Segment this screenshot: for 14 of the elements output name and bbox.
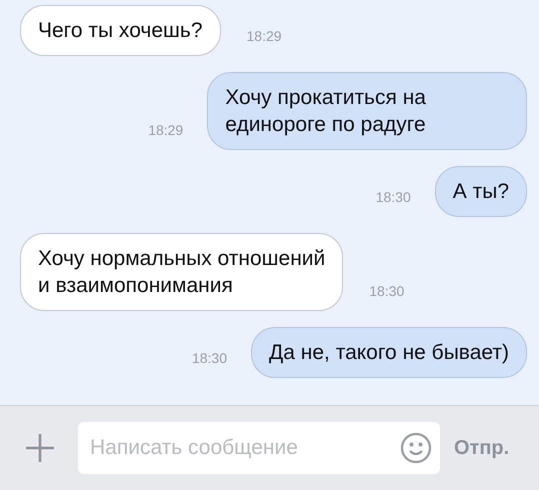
message-bubble: Чего ты хочешь?	[20, 5, 221, 56]
send-button[interactable]: Отпр.	[454, 436, 510, 460]
message-bubble: Хочу прокатиться на единороге по радуге	[207, 72, 527, 150]
message-bubble: А ты?	[434, 166, 527, 217]
message-time: 18:30	[376, 189, 411, 207]
message-time: 18:30	[369, 283, 404, 301]
message-time: 18:29	[148, 122, 184, 140]
message-bubble: Да не, такого не бывает)	[251, 327, 527, 378]
plus-icon[interactable]	[24, 432, 56, 464]
message-time: 18:29	[246, 28, 282, 46]
message-bubble: Хочу нормальных отношений и взаимопонимания	[20, 233, 344, 311]
smiley-icon[interactable]	[400, 432, 432, 464]
message-time: 18:30	[192, 350, 228, 368]
message-input[interactable]: Написать сообщение	[78, 422, 440, 474]
